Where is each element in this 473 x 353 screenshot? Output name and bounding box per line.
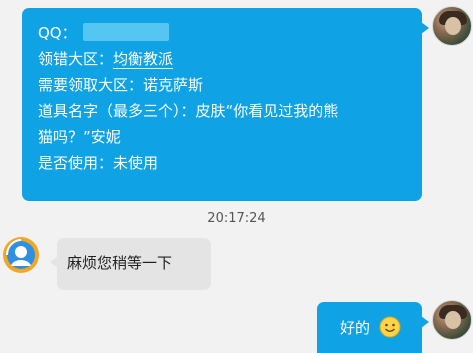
- avatar-face: [445, 17, 461, 35]
- user-reply-text: 好的: [340, 319, 371, 337]
- user-avatar[interactable]: [432, 300, 472, 340]
- target-region-label: 需要领取大区：: [38, 76, 144, 94]
- item-name-line-1: 道具名字（最多三个）：皮肤“你看见过我的熊: [38, 102, 339, 120]
- message-timestamp: 20:17:24: [207, 211, 266, 226]
- item-name-line-2: 猫吗？”安妮: [38, 128, 121, 146]
- used-status-line: 是否使用：未使用: [38, 150, 408, 176]
- smile-emoji-icon: [379, 316, 401, 338]
- order-info-message: QQ： 领错大区：均衡教派 需要领取大区：诺克萨斯 道具名字（最多三个）：皮肤“…: [22, 8, 429, 201]
- target-region-line: 需要领取大区：诺克萨斯: [38, 72, 408, 98]
- wrong-region-line: 领错大区：均衡教派: [38, 46, 408, 72]
- qq-line: QQ：: [38, 20, 408, 46]
- agent-message: 麻烦您稍等一下: [50, 238, 211, 290]
- user-reply-message: 好的: [317, 302, 429, 353]
- customer-service-icon[interactable]: [2, 236, 40, 274]
- wrong-region-value: 均衡教派: [113, 50, 174, 69]
- target-region-value: 诺克萨斯: [143, 76, 204, 94]
- wrong-region-label: 领错大区：: [38, 50, 114, 68]
- used-status-label: 是否使用：: [38, 154, 114, 172]
- qq-label: QQ：: [38, 24, 77, 42]
- customer-service-svg: [3, 237, 39, 273]
- user-avatar[interactable]: [432, 6, 472, 46]
- avatar-face: [445, 311, 461, 329]
- qq-number-redacted: [82, 23, 169, 41]
- used-status-value: 未使用: [113, 154, 159, 172]
